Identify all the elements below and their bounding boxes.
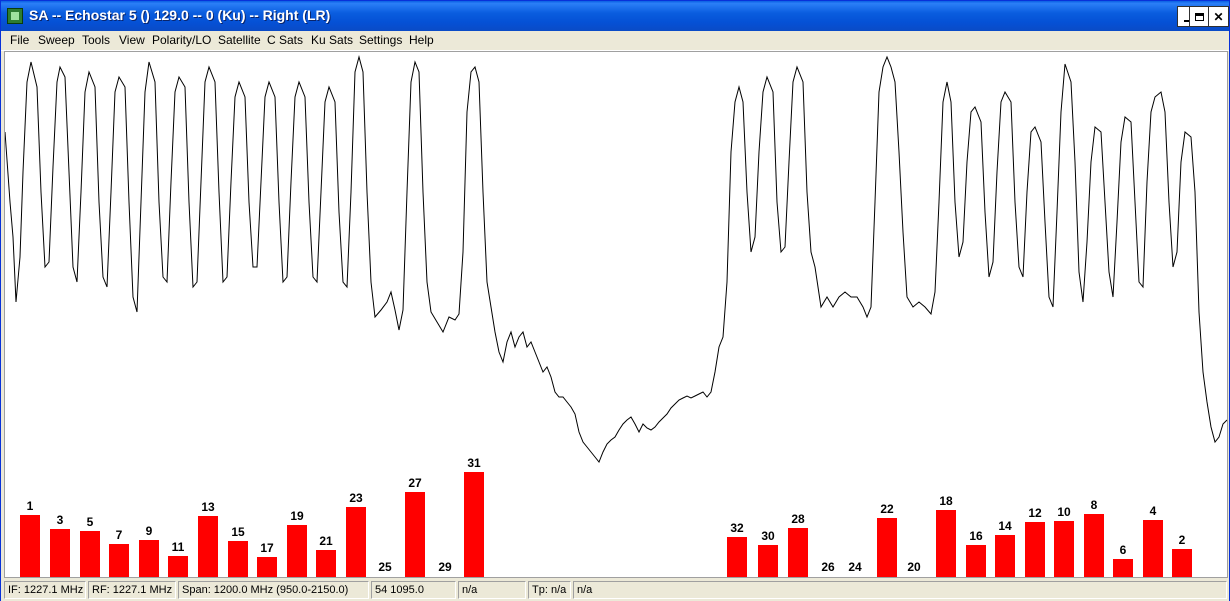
transponder-bar-14[interactable] (995, 535, 1015, 577)
transponder-label-19: 19 (290, 509, 304, 523)
transponder-label-13: 13 (201, 500, 215, 514)
menu-file[interactable]: File (10, 33, 29, 47)
transponder-bar-18[interactable] (936, 510, 956, 577)
transponder-label-26: 26 (821, 560, 835, 574)
transponder-bar-2[interactable] (1172, 549, 1192, 577)
transponder-bar-11[interactable] (168, 556, 188, 577)
transponder-bar-3[interactable] (50, 529, 70, 577)
transponder-bar-10[interactable] (1054, 521, 1074, 577)
transponder-bar-22[interactable] (877, 518, 897, 577)
transponder-bar-12[interactable] (1025, 522, 1045, 577)
transponder-label-8: 8 (1091, 498, 1098, 512)
spectrum-plot[interactable]: 1 3 5 7 9 11 13 15 17 19 21 23 25 27 29 31 32 30 28 26 24 22 2… (4, 51, 1228, 578)
spectrum-trace (5, 55, 1227, 463)
transponder-label-9: 9 (146, 524, 153, 538)
menu-polarity-lo[interactable]: Polarity/LO (152, 33, 211, 47)
transponder-label-4: 4 (1150, 504, 1157, 518)
menu-settings[interactable]: Settings (359, 33, 402, 47)
close-icon: ✕ (1213, 9, 1224, 24)
close-button[interactable]: ✕ (1208, 6, 1229, 27)
transponder-label-7: 7 (116, 528, 123, 542)
status-span: Span: 1200.0 MHz (950.0-2150.0) (178, 581, 369, 599)
transponder-bar-16[interactable] (966, 545, 986, 577)
menu-satellite[interactable]: Satellite (218, 33, 261, 47)
transponder-bar-6[interactable] (1113, 559, 1133, 577)
transponder-label-5: 5 (87, 515, 94, 529)
transponder-label-2: 2 (1179, 533, 1186, 547)
title-bar[interactable]: SA -- Echostar 5 () 129.0 -- 0 (Ku) -- R… (1, 1, 1229, 31)
menu-sweep[interactable]: Sweep (38, 33, 75, 47)
transponder-label-29: 29 (438, 560, 452, 574)
menu-help[interactable]: Help (409, 33, 434, 47)
transponder-label-16: 16 (969, 529, 983, 543)
menu-bar: File Sweep Tools View Polarity/LO Satell… (1, 31, 1229, 51)
transponder-bar-32[interactable] (727, 537, 747, 577)
transponder-label-28: 28 (791, 512, 805, 526)
transponder-bar-7[interactable] (109, 544, 129, 577)
menu-ku-sats[interactable]: Ku Sats (311, 33, 353, 47)
transponder-bar-15[interactable] (228, 541, 248, 577)
app-icon[interactable] (7, 8, 23, 24)
transponder-label-1: 1 (27, 499, 34, 513)
app-window: SA -- Echostar 5 () 129.0 -- 0 (Ku) -- R… (0, 0, 1230, 601)
status-bar: IF: 1227.1 MHz RF: 1227.1 MHz Span: 1200… (1, 579, 1229, 601)
menu-view[interactable]: View (119, 33, 145, 47)
window-title: SA -- Echostar 5 () 129.0 -- 0 (Ku) -- R… (29, 7, 331, 23)
transponder-label-24: 24 (848, 560, 862, 574)
maximize-button[interactable] (1189, 6, 1210, 27)
transponder-bar-23[interactable] (346, 507, 366, 577)
transponder-label-10: 10 (1057, 505, 1071, 519)
transponder-bar-31[interactable] (464, 472, 484, 577)
transponder-bar-27[interactable] (405, 492, 425, 577)
transponder-label-15: 15 (231, 525, 245, 539)
transponder-label-14: 14 (998, 519, 1012, 533)
status-field-7: n/a (573, 581, 1227, 599)
transponder-label-3: 3 (57, 513, 64, 527)
status-rf: RF: 1227.1 MHz (88, 581, 176, 599)
transponder-bar-4[interactable] (1143, 520, 1163, 577)
transponder-label-20: 20 (907, 560, 921, 574)
transponder-bar-13[interactable] (198, 516, 218, 577)
transponder-label-11: 11 (172, 540, 185, 554)
transponder-bar-9[interactable] (139, 540, 159, 577)
status-tp: Tp: n/a (528, 581, 571, 599)
transponder-label-17: 17 (260, 541, 274, 555)
status-if: IF: 1227.1 MHz (4, 581, 86, 599)
transponder-label-21: 21 (319, 534, 333, 548)
status-field-5: n/a (458, 581, 526, 599)
transponder-bar-8[interactable] (1084, 514, 1104, 577)
transponder-label-30: 30 (761, 529, 775, 543)
transponder-label-18: 18 (939, 494, 953, 508)
transponder-bar-21[interactable] (316, 550, 336, 577)
status-marker: 54 1095.0 (371, 581, 456, 599)
transponder-label-12: 12 (1028, 506, 1042, 520)
transponder-bar-28[interactable] (788, 528, 808, 577)
transponder-bar-17[interactable] (257, 557, 277, 577)
transponder-label-32: 32 (730, 521, 744, 535)
transponder-bar-5[interactable] (80, 531, 100, 577)
transponder-bar-30[interactable] (758, 545, 778, 577)
transponder-bar-19[interactable] (287, 525, 307, 577)
transponder-bar-1[interactable] (20, 515, 40, 577)
transponder-label-31: 31 (467, 456, 481, 470)
transponder-label-23: 23 (349, 491, 363, 505)
transponder-label-27: 27 (408, 476, 422, 490)
transponder-label-6: 6 (1120, 543, 1127, 557)
maximize-icon (1195, 12, 1204, 21)
menu-c-sats[interactable]: C Sats (267, 33, 303, 47)
menu-tools[interactable]: Tools (82, 33, 110, 47)
transponder-label-25: 25 (378, 560, 392, 574)
transponder-label-22: 22 (880, 502, 894, 516)
spectrum-chart: 13 57 9111315171921232527293132302826 24222… (5, 55, 1227, 577)
